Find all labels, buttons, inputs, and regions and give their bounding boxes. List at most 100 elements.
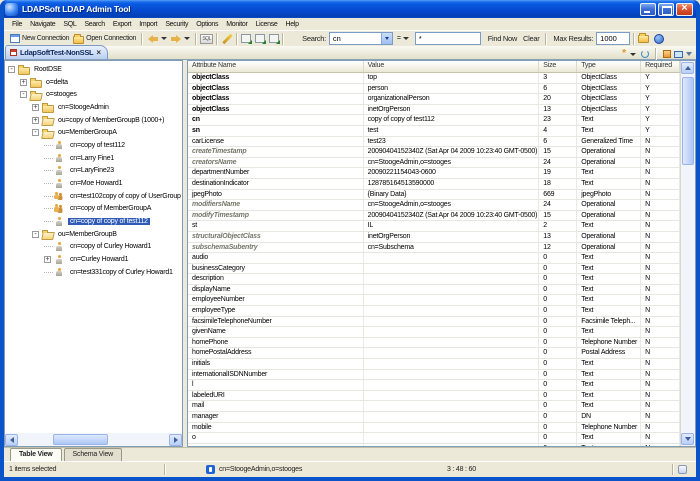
tree-item[interactable]: cn=LaryFine23 bbox=[5, 165, 182, 178]
column-header-type[interactable]: Type bbox=[577, 61, 641, 72]
scroll-left-icon[interactable] bbox=[5, 434, 18, 446]
table-row[interactable]: mail0TextN bbox=[188, 401, 680, 412]
max-results-input[interactable]: 1000 bbox=[596, 32, 630, 45]
table-row[interactable]: subschemaSubentrycn=Subschema12Operation… bbox=[188, 243, 680, 254]
table-row[interactable]: cncopy of copy of test11223TextY bbox=[188, 115, 680, 126]
tree-item[interactable]: cn=test102copy of copy of UserGroup bbox=[5, 190, 182, 203]
tree-horizontal-scrollbar[interactable] bbox=[5, 433, 182, 446]
export-icon-1[interactable] bbox=[241, 34, 251, 43]
table-row[interactable]: destinationIndicator12878516451359000018… bbox=[188, 179, 680, 190]
table-row[interactable]: creatorsNamecn=StoogeAdmin,o=stooges24Op… bbox=[188, 158, 680, 169]
search-term-input[interactable]: * bbox=[415, 32, 481, 45]
tree-item[interactable]: +ou=copy of MemberGroupB (1000+) bbox=[5, 114, 182, 127]
view-icon[interactable] bbox=[674, 51, 683, 58]
forward-dropdown-icon[interactable] bbox=[184, 37, 190, 40]
refresh-icon[interactable] bbox=[641, 50, 649, 58]
menu-sql[interactable]: SQL bbox=[59, 20, 80, 29]
table-vertical-scrollbar[interactable] bbox=[680, 61, 695, 446]
tab-close-icon[interactable]: × bbox=[96, 49, 100, 56]
table-row[interactable]: structuralObjectClassinetOrgPerson13Oper… bbox=[188, 232, 680, 243]
collapse-icon[interactable]: - bbox=[8, 66, 15, 73]
column-header-value[interactable]: Value bbox=[364, 61, 540, 72]
search-field-combo[interactable]: cn bbox=[329, 32, 393, 45]
tree-item[interactable]: cn=copy of copy of test112 bbox=[5, 215, 182, 228]
table-row[interactable]: ou0TextN bbox=[188, 444, 680, 446]
sql-query-icon[interactable]: SQL bbox=[200, 34, 213, 44]
collapse-icon[interactable]: - bbox=[32, 231, 39, 238]
expand-icon[interactable]: + bbox=[20, 79, 27, 86]
table-row[interactable]: manager0DNN bbox=[188, 412, 680, 423]
export-icon-3[interactable] bbox=[269, 34, 279, 43]
tab-table-view[interactable]: Table View bbox=[10, 448, 62, 461]
tree-item[interactable]: -o=stooges bbox=[5, 88, 182, 101]
tree-item[interactable]: cn=copy of test112 bbox=[5, 139, 182, 152]
menu-help[interactable]: Help bbox=[282, 20, 303, 29]
minimize-button[interactable] bbox=[640, 3, 656, 16]
maximize-button[interactable] bbox=[658, 3, 674, 16]
table-row[interactable]: labeledURI0TextN bbox=[188, 391, 680, 402]
export-icon-2[interactable] bbox=[255, 34, 265, 43]
table-row[interactable]: objectClasstop3ObjectClassY bbox=[188, 73, 680, 84]
expand-icon[interactable]: + bbox=[32, 117, 39, 124]
menu-navigate[interactable]: Navigate bbox=[26, 20, 59, 29]
clear-button[interactable]: Clear bbox=[520, 32, 542, 45]
table-row[interactable]: displayName0TextN bbox=[188, 285, 680, 296]
tree-item[interactable]: cn=copy of Curley Howard1 bbox=[5, 241, 182, 254]
connection-tab[interactable]: LdapSoftTest-NonSSL × bbox=[5, 45, 108, 59]
menu-search[interactable]: Search bbox=[80, 20, 108, 29]
status-grip-icon[interactable] bbox=[678, 465, 687, 474]
tree-item[interactable]: cn=test331copy of Curley Howard1 bbox=[5, 266, 182, 279]
menu-export[interactable]: Export bbox=[109, 20, 135, 29]
table-row[interactable]: homePhone0Telephone NumberN bbox=[188, 338, 680, 349]
tree-item[interactable]: cn=copy of MemberGroupA bbox=[5, 203, 182, 216]
tree-item[interactable]: -ou=MemberGroupA bbox=[5, 126, 182, 139]
table-row[interactable]: createTimestamp20090404152340Z (Sat Apr … bbox=[188, 147, 680, 158]
table-row[interactable]: modifiersNamecn=StoogeAdmin,o=stooges24O… bbox=[188, 200, 680, 211]
menu-options[interactable]: Options bbox=[192, 20, 222, 29]
tree-item[interactable]: -ou=MemberGroupB bbox=[5, 228, 182, 241]
menu-security[interactable]: Security bbox=[161, 20, 192, 29]
tree-item[interactable]: +cn=StoogeAdmin bbox=[5, 101, 182, 114]
table-row[interactable]: objectClassorganizationalPerson20ObjectC… bbox=[188, 94, 680, 105]
operator-combo[interactable]: = bbox=[393, 33, 402, 44]
table-row[interactable]: jpegPhoto{Binary Data}669jpegPhotoN bbox=[188, 190, 680, 201]
forward-button[interactable] bbox=[169, 34, 183, 44]
table-row[interactable]: initials0TextN bbox=[188, 359, 680, 370]
find-now-button[interactable]: Find Now bbox=[485, 32, 520, 45]
menu-monitor[interactable]: Monitor bbox=[222, 20, 251, 29]
tab-schema-view[interactable]: Schema View bbox=[64, 448, 122, 461]
tree-item[interactable]: -RootDSE bbox=[5, 63, 182, 76]
column-header-size[interactable]: Size bbox=[539, 61, 577, 72]
menu-import[interactable]: Import bbox=[135, 20, 161, 29]
entry-icon[interactable] bbox=[663, 50, 671, 58]
new-connection-button[interactable]: New Connection bbox=[8, 33, 71, 44]
new-entry-drop-icon[interactable] bbox=[630, 53, 636, 56]
scroll-right-icon[interactable] bbox=[169, 434, 182, 446]
new-entry-icon[interactable]: * bbox=[622, 50, 626, 58]
table-row[interactable]: departmentNumber20090221154043-060019Tex… bbox=[188, 168, 680, 179]
table-row[interactable]: givenName0TextN bbox=[188, 327, 680, 338]
back-dropdown-icon[interactable] bbox=[161, 37, 167, 40]
table-row[interactable]: objectClassinetOrgPerson13ObjectClassY bbox=[188, 105, 680, 116]
table-row[interactable]: internationalISDNNumber0TextN bbox=[188, 370, 680, 381]
tree-item[interactable]: cn=Moe Howard1 bbox=[5, 177, 182, 190]
table-row[interactable]: audio0TextN bbox=[188, 253, 680, 264]
chevron-down-icon[interactable] bbox=[686, 52, 692, 56]
edit-icon[interactable] bbox=[221, 33, 233, 45]
table-row[interactable]: sntest4TextY bbox=[188, 126, 680, 137]
table-row[interactable]: o0TextN bbox=[188, 433, 680, 444]
help-icon[interactable] bbox=[654, 34, 664, 44]
back-button[interactable] bbox=[146, 34, 160, 44]
open-connection-button[interactable]: Open Connection bbox=[71, 33, 138, 45]
column-header-required[interactable]: Required bbox=[641, 61, 680, 72]
expand-icon[interactable]: + bbox=[32, 104, 39, 111]
scroll-down-icon[interactable] bbox=[681, 433, 694, 445]
scroll-thumb[interactable] bbox=[682, 77, 694, 165]
table-row[interactable]: objectClassperson6ObjectClassY bbox=[188, 84, 680, 95]
tree-item[interactable]: cn=Larry Fine1 bbox=[5, 152, 182, 165]
tree-item[interactable]: +o=delta bbox=[5, 76, 182, 89]
scroll-thumb[interactable] bbox=[53, 434, 108, 445]
menu-file[interactable]: File bbox=[8, 20, 26, 29]
table-row[interactable]: employeeType0TextN bbox=[188, 306, 680, 317]
folder-icon[interactable] bbox=[638, 35, 649, 43]
